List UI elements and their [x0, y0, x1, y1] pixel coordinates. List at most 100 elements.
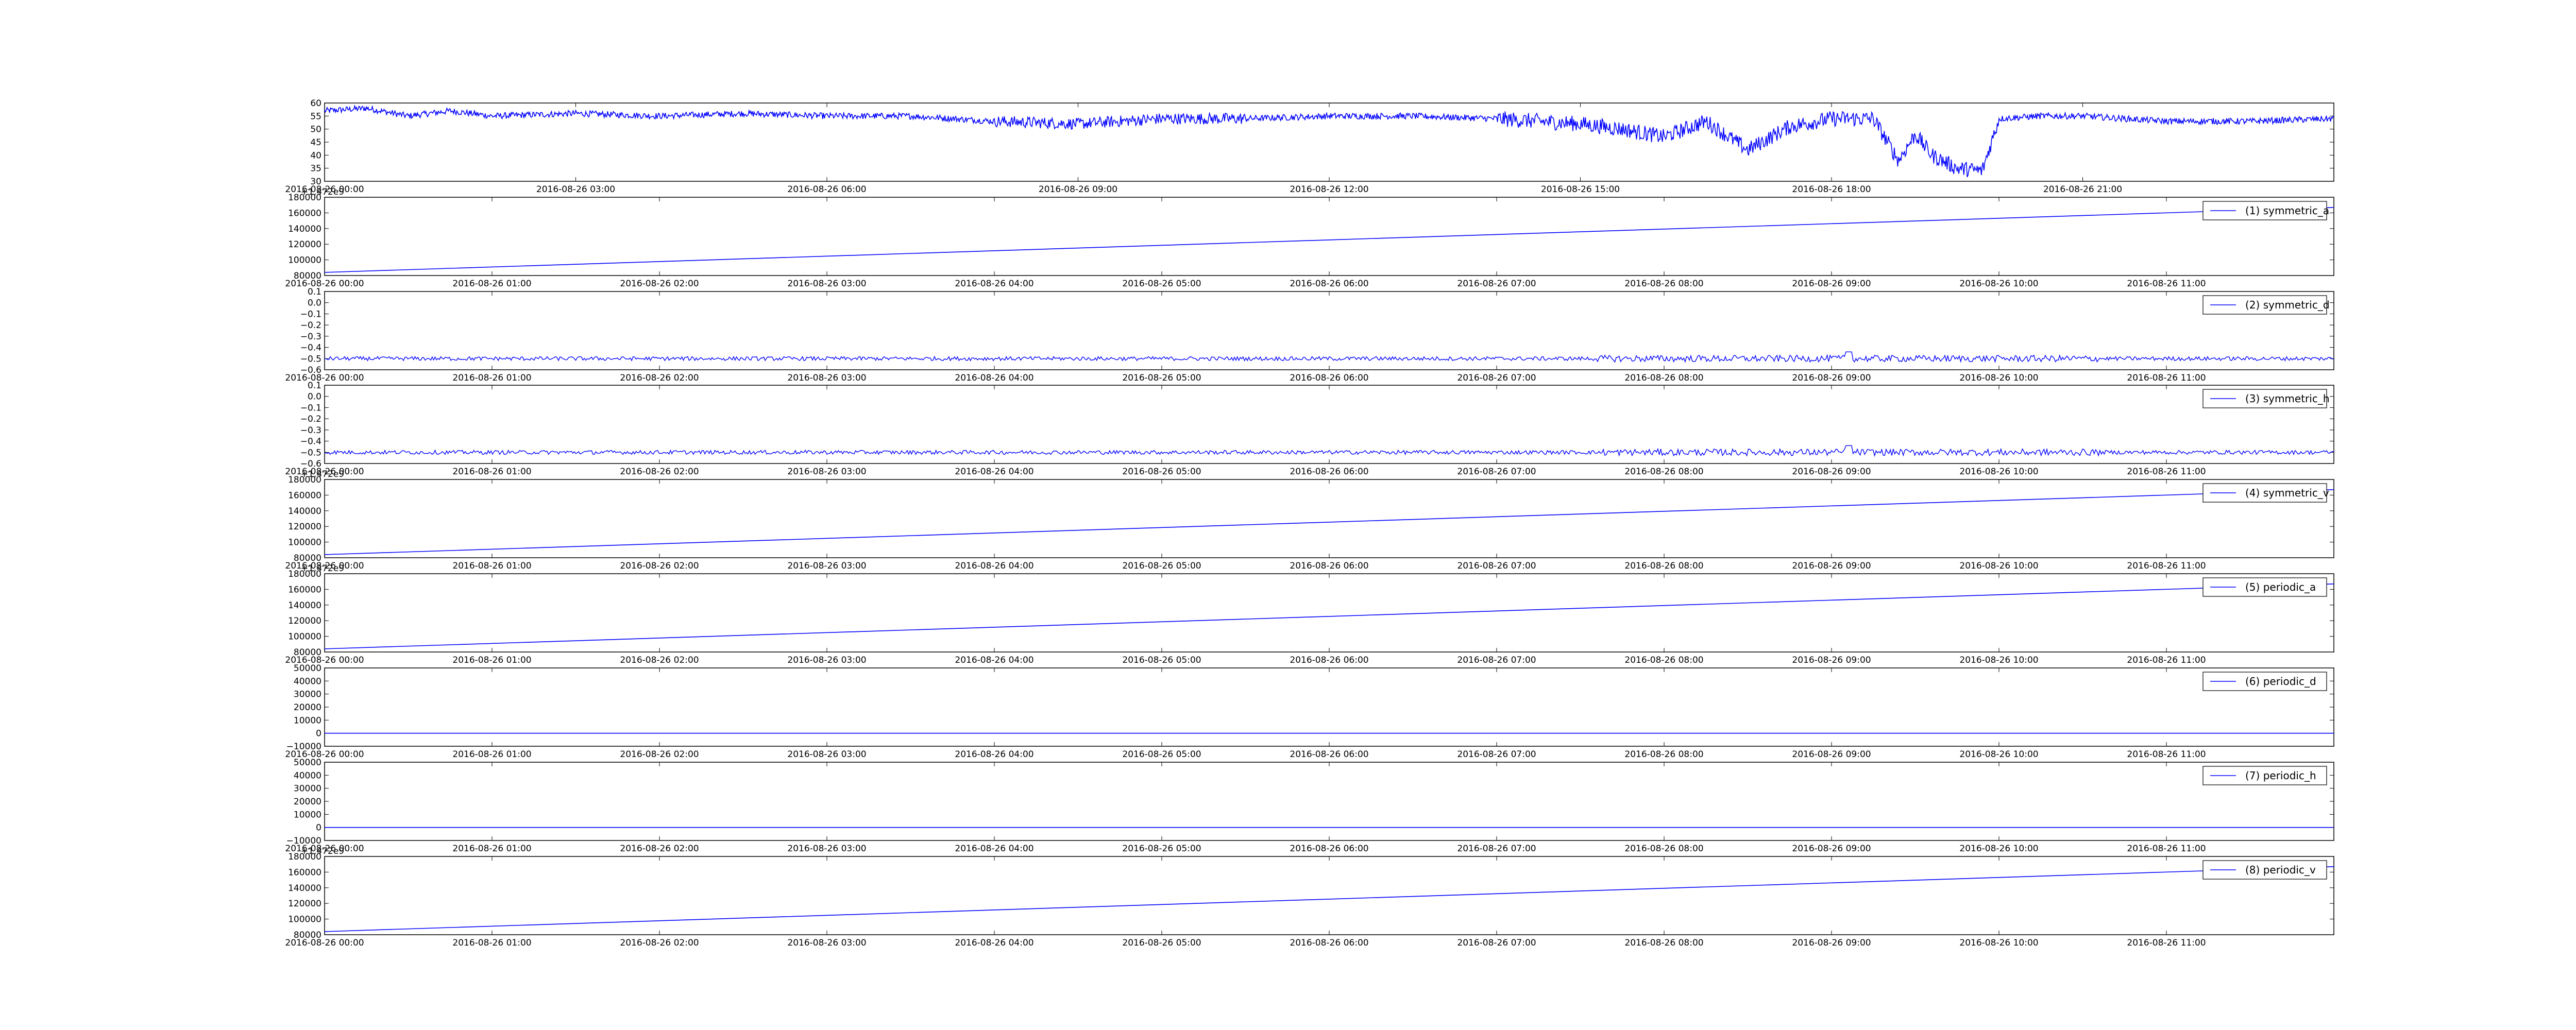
- y-tick-label: 140000: [288, 506, 321, 517]
- x-tick-label: 2016-08-26 05:00: [1122, 373, 1201, 383]
- x-tick-label: 2016-08-26 03:00: [787, 373, 866, 383]
- x-tick-label: 2016-08-26 10:00: [1959, 655, 2038, 665]
- y-tick-label: 0: [316, 823, 321, 833]
- x-tick-label: 2016-08-26 11:00: [2127, 467, 2206, 477]
- x-tick-label: 2016-08-26 09:00: [1039, 184, 1117, 195]
- y-tick-label: 40: [310, 150, 321, 161]
- x-tick-label: 2016-08-26 01:00: [452, 279, 531, 289]
- figure-canvas: 303540455055602016-08-26 00:00 2016-08-26…: [0, 0, 2576, 1030]
- legend-label: (3) symmetric_h: [2245, 392, 2330, 405]
- x-tick-label: 2016-08-26 05:00: [1122, 561, 1201, 571]
- x-tick-label: 2016-08-26 04:00: [955, 844, 1033, 854]
- x-tick-label: 2016-08-26 00:00: [285, 373, 364, 383]
- x-tick-label: 2016-08-26 10:00: [1959, 749, 2038, 760]
- y-tick-label: 120000: [288, 616, 321, 626]
- y-tick-label: −0.1: [300, 309, 321, 319]
- x-tick-label: 2016-08-26 02:00: [620, 279, 699, 289]
- x-tick-label: 2016-08-26 07:00: [1457, 655, 1536, 665]
- x-tick-label: 2016-08-26 21:00: [2043, 184, 2122, 195]
- x-tick-label: 2016-08-26 11:00: [2127, 561, 2206, 571]
- x-tick-label: 2016-08-26 05:00: [1122, 279, 1201, 289]
- x-tick-label: 2016-08-26 01:00: [452, 467, 531, 477]
- x-tick-label: 2016-08-26 03:00: [787, 279, 866, 289]
- x-tick-label: 2016-08-26 04:00: [955, 655, 1033, 665]
- y-tick-label: 100000: [288, 632, 321, 642]
- x-tick-label: 2016-08-26 04:00: [955, 467, 1033, 477]
- x-tick-label: 2016-08-26 09:00: [1792, 561, 1871, 571]
- x-tick-label: 2016-08-26 06:00: [1290, 279, 1368, 289]
- x-tick-label: 2016-08-26 04:00: [955, 938, 1033, 948]
- x-tick-label: 2016-08-26 03:00: [787, 561, 866, 571]
- x-tick-label: 2016-08-26 08:00: [1624, 279, 1703, 289]
- x-tick-label: 2016-08-26 02:00: [620, 938, 699, 948]
- x-tick-label: 2016-08-26 04:00: [955, 561, 1033, 571]
- x-tick-label: 2016-08-26 08:00: [1624, 467, 1703, 477]
- x-tick-label: 2016-08-26 08:00: [1624, 655, 1703, 665]
- x-tick-label: 2016-08-26 05:00: [1122, 655, 1201, 665]
- x-tick-label: 2016-08-26 10:00: [1959, 279, 2038, 289]
- legend-label: (4) symmetric_v: [2245, 487, 2329, 499]
- axis-offset-label: +1.472e9: [301, 563, 344, 574]
- x-tick-label: 2016-08-26 01:00: [452, 844, 531, 854]
- x-tick-label: 2016-08-26 03:00: [787, 655, 866, 665]
- x-tick-label: 2016-08-26 11:00: [2127, 655, 2206, 665]
- y-tick-label: 120000: [288, 899, 321, 909]
- legend-label: (2) symmetric_d: [2245, 299, 2330, 311]
- x-tick-label: 2016-08-26 07:00: [1457, 749, 1536, 760]
- x-tick-label: 2016-08-26 05:00: [1122, 467, 1201, 477]
- y-tick-label: −0.5: [300, 354, 321, 364]
- legend-label: (5) periodic_a: [2245, 581, 2316, 593]
- x-tick-label: 2016-08-26 03:00: [787, 844, 866, 854]
- y-tick-label: 35: [310, 164, 321, 174]
- x-tick-label: 2016-08-26 05:00: [1122, 938, 1201, 948]
- y-tick-label: 0.0: [308, 298, 321, 308]
- x-tick-label: 2016-08-26 06:00: [1290, 749, 1368, 760]
- x-tick-label: 2016-08-26 00:00: [285, 938, 364, 948]
- x-tick-label: 2016-08-26 10:00: [1959, 373, 2038, 383]
- x-tick-label: 2016-08-26 07:00: [1457, 373, 1536, 383]
- x-tick-label: 2016-08-26 08:00: [1624, 938, 1703, 948]
- y-tick-label: 160000: [288, 867, 321, 878]
- x-tick-label: 2016-08-26 09:00: [1792, 467, 1871, 477]
- x-tick-label: 2016-08-26 11:00: [2127, 844, 2206, 854]
- x-tick-label: 2016-08-26 08:00: [1624, 373, 1703, 383]
- y-tick-label: 50000: [294, 758, 321, 768]
- y-tick-label: 40000: [294, 676, 321, 686]
- x-tick-label: 2016-08-26 15:00: [1541, 184, 1620, 195]
- y-tick-label: −0.2: [300, 414, 321, 424]
- x-tick-label: 2016-08-26 01:00: [452, 561, 531, 571]
- y-tick-label: 120000: [288, 239, 321, 250]
- figure-background: [0, 0, 2576, 1030]
- y-tick-label: 55: [310, 111, 321, 122]
- x-tick-label: 2016-08-26 06:00: [1290, 373, 1368, 383]
- y-tick-label: 0.0: [308, 392, 321, 402]
- y-tick-label: 50: [310, 125, 321, 135]
- y-tick-label: 40000: [294, 770, 321, 781]
- x-tick-label: 2016-08-26 10:00: [1959, 844, 2038, 854]
- y-tick-label: 10000: [294, 810, 321, 820]
- x-tick-label: 2016-08-26 09:00: [1792, 373, 1871, 383]
- x-tick-label: 2016-08-26 03:00: [787, 749, 866, 760]
- x-tick-label: 2016-08-26 01:00: [452, 749, 531, 760]
- axis-offset-label: +1.472e9: [301, 187, 344, 197]
- y-tick-label: 120000: [288, 522, 321, 532]
- x-tick-label: 2016-08-26 09:00: [1792, 938, 1871, 948]
- y-tick-label: 140000: [288, 883, 321, 894]
- y-tick-label: 140000: [288, 224, 321, 234]
- x-tick-label: 2016-08-26 07:00: [1457, 938, 1536, 948]
- x-tick-label: 2016-08-26 07:00: [1457, 279, 1536, 289]
- y-tick-label: 100000: [288, 538, 321, 548]
- x-tick-label: 2016-08-26 08:00: [1624, 844, 1703, 854]
- x-tick-label: 2016-08-26 10:00: [1959, 938, 2038, 948]
- x-tick-label: 2016-08-26 18:00: [1792, 184, 1871, 195]
- y-tick-label: 20000: [294, 702, 321, 713]
- x-tick-label: 2016-08-26 10:00: [1959, 467, 2038, 477]
- x-tick-label: 2016-08-26 02:00: [620, 655, 699, 665]
- x-tick-label: 2016-08-26 07:00: [1457, 844, 1536, 854]
- x-tick-label: 2016-08-26 09:00: [1792, 655, 1871, 665]
- y-tick-label: −0.5: [300, 448, 321, 458]
- y-tick-label: −0.4: [300, 437, 321, 447]
- y-tick-label: −0.3: [300, 425, 321, 436]
- x-tick-label: 2016-08-26 08:00: [1624, 749, 1703, 760]
- x-tick-label: 2016-08-26 01:00: [452, 373, 531, 383]
